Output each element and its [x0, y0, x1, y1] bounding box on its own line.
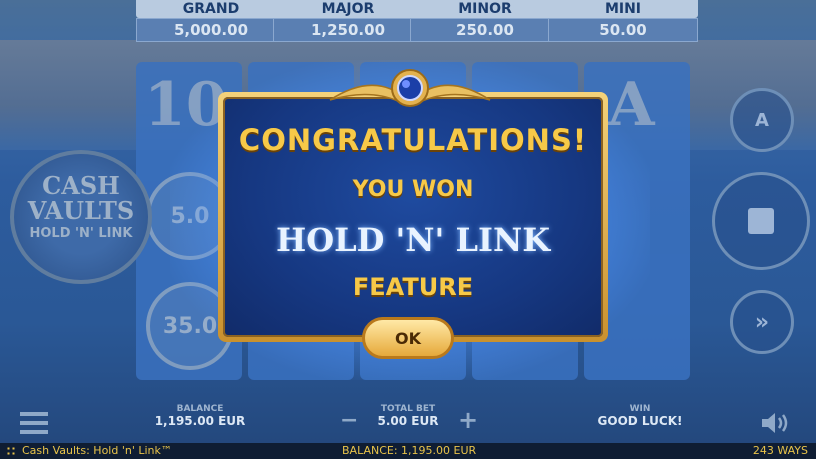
status-bar: Cash Vaults: Hold 'n' Link™ BALANCE: 1,1…	[0, 443, 816, 459]
game-title: Cash Vaults: Hold 'n' Link™	[22, 444, 172, 457]
feature-label: FEATURE	[352, 273, 474, 301]
dialog-title: CONGRATULATIONS!	[238, 123, 588, 157]
balance-label: BALANCE	[176, 404, 224, 414]
dialog-crest	[329, 69, 491, 107]
bet-decrease-button[interactable]: −	[340, 408, 358, 433]
sound-button[interactable]	[760, 410, 790, 436]
feature-name: HOLD 'N' LINK	[275, 221, 550, 259]
jackpot-mini: MINI 50.00	[548, 0, 698, 42]
total-bet-label: TOTAL BET	[380, 404, 436, 414]
autoplay-icon: A	[755, 109, 769, 131]
jackpot-value: 50.00	[548, 18, 698, 42]
jackpot-value: 5,000.00	[136, 18, 286, 42]
ways-count: 243 WAYS	[752, 444, 808, 457]
jackpot-label: MINOR	[410, 0, 560, 18]
jackpot-label: MINI	[548, 0, 698, 18]
total-bet-display: TOTAL BET 5.00 EUR	[360, 404, 456, 428]
win-value: GOOD LUCK!	[597, 414, 683, 428]
spin-stop-button[interactable]	[712, 172, 810, 270]
dialog-panel: CONGRATULATIONS! YOU WON HOLD 'N' LINK F…	[223, 97, 603, 337]
jackpot-value: 1,250.00	[273, 18, 423, 42]
feature-win-dialog: CONGRATULATIONS! YOU WON HOLD 'N' LINK F…	[218, 92, 608, 342]
logo-line-2: VAULTS	[27, 196, 135, 225]
hamburger-icon	[20, 412, 48, 416]
menu-button[interactable]	[20, 412, 48, 434]
balance-value: 1,195.00 EUR	[154, 414, 246, 428]
total-bet-value: 5.00 EUR	[377, 414, 439, 428]
jackpot-major: MAJOR 1,250.00	[273, 0, 423, 42]
ok-button[interactable]: OK	[362, 317, 454, 359]
double-chevron-icon: »	[754, 309, 770, 335]
autoplay-button[interactable]: A	[730, 88, 794, 152]
win-display: WIN GOOD LUCK!	[590, 404, 690, 428]
jackpot-value: 250.00	[410, 18, 560, 42]
game-logo: CASH VAULTS HOLD 'N' LINK	[10, 150, 152, 284]
jackpot-label: GRAND	[136, 0, 286, 18]
logo-line-1: CASH	[42, 171, 120, 200]
jackpot-label: MAJOR	[273, 0, 423, 18]
balance-display: BALANCE 1,195.00 EUR	[150, 404, 250, 428]
hamburger-icon-line	[20, 430, 48, 434]
speaker-icon	[762, 413, 788, 433]
grid-icon	[6, 446, 16, 456]
hamburger-icon-line	[20, 421, 48, 425]
turbo-button[interactable]: »	[730, 290, 794, 354]
win-label: WIN	[629, 404, 651, 414]
logo-line-3: HOLD 'N' LINK	[29, 226, 133, 241]
bet-increase-button[interactable]: +	[458, 406, 478, 434]
stop-icon	[748, 208, 774, 234]
jackpot-minor: MINOR 250.00	[410, 0, 560, 42]
dialog-subtitle: YOU WON	[352, 177, 474, 202]
status-balance: BALANCE: 1,195.00 EUR	[342, 444, 477, 457]
jackpot-grand: GRAND 5,000.00	[136, 0, 286, 42]
